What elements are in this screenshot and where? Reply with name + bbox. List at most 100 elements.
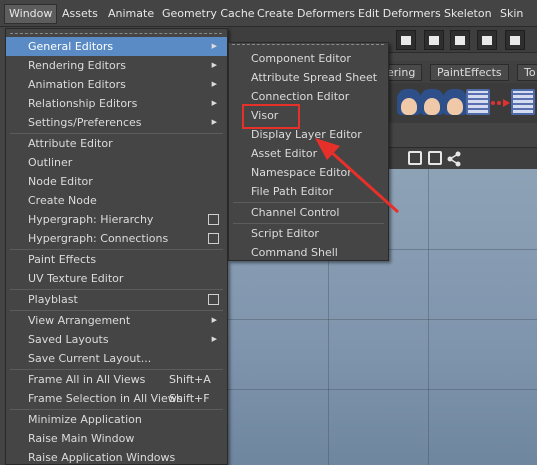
menu-item-general-editors[interactable]: General Editors ▶	[6, 37, 227, 56]
general-editors-submenu: Component Editor Attribute Spread Sheet …	[228, 42, 389, 261]
menu-edit-deformers[interactable]: Edit Deformers	[358, 5, 441, 23]
menu-item-label: Settings/Preferences	[28, 116, 142, 129]
hypershade-icon[interactable]	[505, 30, 525, 50]
menu-item-label: Minimize Application	[28, 413, 142, 426]
menu-geometry-cache[interactable]: Geometry Cache	[162, 5, 255, 23]
menu-item-component-editor[interactable]: Component Editor	[229, 49, 388, 68]
menu-bar: Window Assets Animate Geometry Cache Cre…	[0, 0, 537, 27]
menu-skeleton[interactable]: Skeleton	[444, 5, 492, 23]
hair-icon[interactable]	[397, 89, 421, 115]
menu-item-label: Attribute Editor	[28, 137, 113, 150]
menu-assets[interactable]: Assets	[62, 5, 98, 23]
visor-highlight-box	[242, 104, 300, 129]
triangle-right-icon: ▶	[211, 42, 217, 50]
share-icon[interactable]	[446, 151, 462, 167]
menu-item-raise-application-windows[interactable]: Raise Application Windows	[6, 448, 227, 465]
clapper-icon[interactable]	[424, 30, 444, 50]
smooth-shade-icon[interactable]	[428, 151, 442, 165]
fur-attach-icon[interactable]	[511, 89, 535, 115]
menu-item-uv-texture-editor[interactable]: UV Texture Editor	[6, 269, 227, 288]
menu-item-label: Raise Application Windows	[28, 451, 176, 464]
option-box-icon[interactable]	[208, 294, 219, 305]
menu-item-script-editor[interactable]: Script Editor	[229, 224, 388, 243]
hair-curves-icon[interactable]	[420, 89, 444, 115]
menu-item-minimize-application[interactable]: Minimize Application	[6, 410, 227, 429]
menu-item-channel-control[interactable]: Channel Control	[229, 203, 388, 222]
menu-item-label: Animation Editors	[28, 78, 126, 91]
shelf-tab-painteffects[interactable]: PaintEffects	[430, 64, 509, 81]
menu-item-frame-all[interactable]: Frame All in All Views Shift+A	[6, 370, 227, 389]
menu-item-label: Outliner	[28, 156, 73, 169]
menu-item-label: File Path Editor	[251, 185, 334, 198]
menu-item-node-editor[interactable]: Node Editor	[6, 172, 227, 191]
option-box-icon[interactable]	[208, 214, 219, 225]
menu-item-playblast[interactable]: Playblast	[6, 290, 227, 309]
wireframe-icon[interactable]	[408, 151, 422, 165]
menu-item-save-current-layout[interactable]: Save Current Layout...	[6, 349, 227, 368]
menu-item-namespace-editor[interactable]: Namespace Editor	[229, 163, 388, 182]
menu-item-animation-editors[interactable]: Animation Editors ▶	[6, 75, 227, 94]
menu-item-label: Display Layer Editor	[251, 128, 362, 141]
menu-item-settings-preferences[interactable]: Settings/Preferences ▶	[6, 113, 227, 132]
menu-item-attribute-spread-sheet[interactable]: Attribute Spread Sheet	[229, 68, 388, 87]
menu-item-asset-editor[interactable]: Asset Editor	[229, 144, 388, 163]
menu-item-relationship-editors[interactable]: Relationship Editors ▶	[6, 94, 227, 113]
menu-create-deformers[interactable]: Create Deformers	[257, 5, 355, 23]
menu-item-label: Attribute Spread Sheet	[251, 71, 378, 84]
menu-item-attribute-editor[interactable]: Attribute Editor	[6, 134, 227, 153]
menu-item-label: Asset Editor	[251, 147, 318, 160]
menu-skin[interactable]: Skin	[500, 5, 523, 23]
menu-item-rendering-editors[interactable]: Rendering Editors ▶	[6, 56, 227, 75]
menu-item-label: Playblast	[28, 293, 78, 306]
option-box-icon[interactable]	[208, 233, 219, 244]
shortcut-label: Shift+F	[169, 392, 210, 405]
menu-item-label: Hypergraph: Connections	[28, 232, 169, 245]
menu-item-label: View Arrangement	[28, 314, 131, 327]
menu-item-label: Hypergraph: Hierarchy	[28, 213, 154, 226]
menu-item-label: Channel Control	[251, 206, 340, 219]
menu-item-label: Component Editor	[251, 52, 351, 65]
menu-item-label: UV Texture Editor	[28, 272, 124, 285]
render-frame-icon[interactable]	[396, 30, 416, 50]
menu-item-saved-layouts[interactable]: Saved Layouts ▶	[6, 330, 227, 349]
red-dots-arrow-icon	[491, 99, 510, 107]
shortcut-label: Shift+A	[169, 373, 211, 386]
menu-item-label: Rendering Editors	[28, 59, 126, 72]
menu-item-label: Command Shell	[251, 246, 338, 259]
submenu-tear-off-handle[interactable]	[232, 44, 384, 46]
menu-item-frame-selection[interactable]: Frame Selection in All Views Shift+F	[6, 389, 227, 408]
tear-off-handle[interactable]	[10, 33, 222, 35]
menu-item-file-path-editor[interactable]: File Path Editor	[229, 182, 388, 201]
menu-item-create-node[interactable]: Create Node	[6, 191, 227, 210]
menu-item-raise-main-window[interactable]: Raise Main Window	[6, 429, 227, 448]
menu-item-label: Raise Main Window	[28, 432, 135, 445]
menu-item-label: Connection Editor	[251, 90, 350, 103]
fur-grid-icon[interactable]	[466, 89, 490, 115]
menu-window[interactable]: Window	[4, 4, 58, 24]
menu-item-label: Saved Layouts	[28, 333, 109, 346]
menu-item-paint-effects[interactable]: Paint Effects	[6, 250, 227, 269]
menu-item-command-shell[interactable]: Command Shell	[229, 243, 388, 262]
triangle-right-icon: ▶	[211, 316, 217, 324]
triangle-right-icon: ▶	[211, 80, 217, 88]
menu-item-label: Namespace Editor	[251, 166, 352, 179]
hair-dynamic-icon[interactable]	[443, 89, 467, 115]
menu-item-label: Save Current Layout...	[28, 352, 152, 365]
menu-item-label: General Editors	[28, 40, 114, 53]
menu-item-label: Frame All in All Views	[28, 373, 146, 386]
menu-animate[interactable]: Animate	[108, 5, 154, 23]
ipr-clapper-icon[interactable]	[450, 30, 470, 50]
menu-item-label: Script Editor	[251, 227, 319, 240]
window-dropdown-menu: General Editors ▶ Rendering Editors ▶ An…	[5, 28, 228, 465]
menu-item-label: Frame Selection in All Views	[28, 392, 183, 405]
menu-item-outliner[interactable]: Outliner	[6, 153, 227, 172]
render-settings-icon[interactable]	[477, 30, 497, 50]
menu-item-hypergraph-hierarchy[interactable]: Hypergraph: Hierarchy	[6, 210, 227, 229]
triangle-right-icon: ▶	[211, 335, 217, 343]
menu-item-hypergraph-connections[interactable]: Hypergraph: Connections	[6, 229, 227, 248]
menu-item-label: Paint Effects	[28, 253, 97, 266]
shelf-tab-toon[interactable]: To	[517, 64, 537, 81]
triangle-right-icon: ▶	[211, 99, 217, 107]
menu-item-view-arrangement[interactable]: View Arrangement ▶	[6, 311, 227, 330]
menu-item-label: Node Editor	[28, 175, 93, 188]
